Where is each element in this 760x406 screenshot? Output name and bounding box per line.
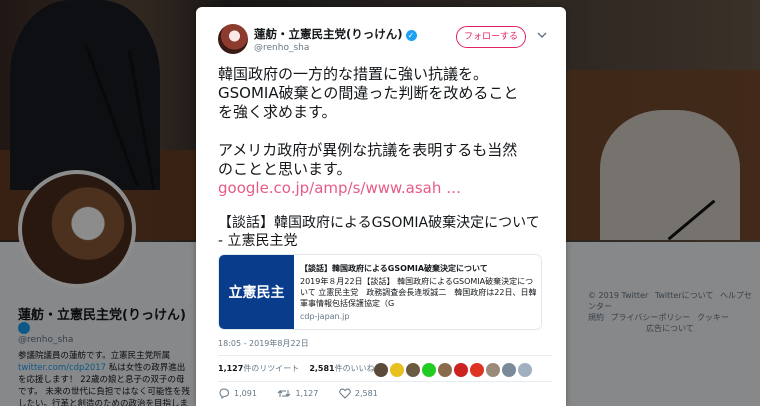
tweet-text: 韓国政府の一方的な措置に強い抗議を。 GSOMIA破棄との間違った判断を改めるこ… xyxy=(218,65,548,198)
retweets-label[interactable]: 件のリツイート xyxy=(243,364,299,373)
retweet-icon xyxy=(278,390,291,397)
liker-avatar[interactable] xyxy=(422,362,436,377)
link-card-title: 【談話】韓国政府によるGSOMIA破棄決定について xyxy=(300,264,488,273)
reply-icon xyxy=(219,388,230,399)
tweet-line: のことと思います。 xyxy=(218,160,352,178)
author-avatar[interactable] xyxy=(218,24,248,54)
liker-avatar[interactable] xyxy=(486,362,500,377)
link-card-description: 2019年８月22日【談話】 韓国政府によるGSOMIA破棄決定について 立憲民… xyxy=(300,277,537,308)
liker-avatar[interactable] xyxy=(502,362,516,377)
liker-avatars xyxy=(374,359,534,377)
liker-avatar[interactable] xyxy=(390,362,404,377)
link-card-image: 立憲民主 xyxy=(219,255,294,329)
liker-avatar[interactable] xyxy=(454,362,468,377)
liker-avatar[interactable] xyxy=(518,362,532,377)
retweets-count[interactable]: 1,127 xyxy=(218,364,243,373)
like-count: 2,581 xyxy=(354,389,378,398)
retweet-button[interactable]: 1,127 xyxy=(277,388,318,399)
tweet-line: 韓国政府の一方的な措置に強い抗議を。 xyxy=(218,65,489,83)
reply-count: 1,091 xyxy=(234,389,257,398)
likes-label[interactable]: 件のいいね xyxy=(335,364,375,373)
like-icon xyxy=(339,388,351,399)
tweet-actions: 1,091 1,127 2,581 xyxy=(218,388,396,399)
likes-count[interactable]: 2,581 xyxy=(309,364,334,373)
liker-avatar[interactable] xyxy=(374,362,388,377)
retweet-count: 1,127 xyxy=(295,389,319,398)
like-button[interactable]: 2,581 xyxy=(339,388,378,399)
tweet-inline-link[interactable]: google.co.jp/amp/s/www.asah … xyxy=(218,179,548,198)
tweet-header: 蓮舫・立憲民主党(りっけん) ✓ @renho_sha フォローする xyxy=(218,24,552,60)
tweet-headline: 【談話】韓国政府によるGSOMIA破棄決定について - 立憲民主党 xyxy=(218,215,540,249)
link-preview-card[interactable]: 立憲民主 【談話】韓国政府によるGSOMIA破棄決定について 2019年８月22… xyxy=(218,254,542,330)
link-card-domain: cdp-japan.jp xyxy=(300,312,350,321)
verified-icon: ✓ xyxy=(405,30,417,41)
tweet-line: を強く求めます。 xyxy=(218,103,337,121)
tweet-stats: 1,127件のリツイート 2,581件のいいね xyxy=(218,363,385,374)
author-handle[interactable]: @renho_sha xyxy=(254,43,309,53)
liker-avatar[interactable] xyxy=(470,362,484,377)
tweet-modal: 蓮舫・立憲民主党(りっけん) ✓ @renho_sha フォローする 韓国政府の一… xyxy=(196,7,566,406)
tweet-timestamp[interactable]: 18:05 - 2019年8月22日 xyxy=(218,338,309,349)
reply-button[interactable]: 1,091 xyxy=(218,388,257,399)
tweet-line: GSOMIA破棄との間違った判断を改めること xyxy=(218,84,519,102)
chevron-down-icon[interactable] xyxy=(536,29,548,41)
author-name-text: 蓮舫・立憲民主党(りっけん) xyxy=(254,27,403,41)
author-name[interactable]: 蓮舫・立憲民主党(りっけん) ✓ xyxy=(254,26,417,42)
liker-avatar[interactable] xyxy=(438,362,452,377)
liker-avatar[interactable] xyxy=(406,362,420,377)
follow-button[interactable]: フォローする xyxy=(456,26,526,48)
tweet-line: アメリカ政府が異例な抗議を表明するも当然 xyxy=(218,141,518,159)
